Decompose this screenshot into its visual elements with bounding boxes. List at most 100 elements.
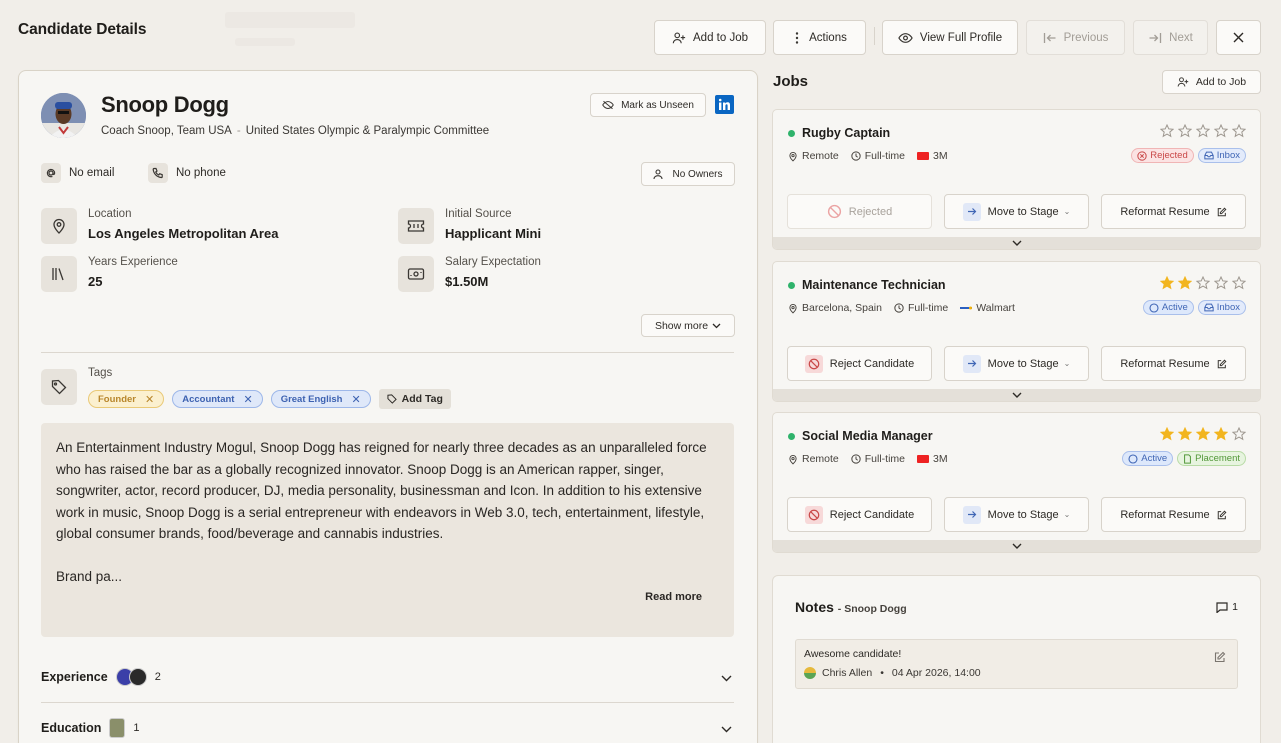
star-filled-icon[interactable]: [1160, 276, 1174, 290]
status-badge: Active: [1142, 300, 1194, 315]
star-filled-icon[interactable]: [1196, 427, 1210, 441]
chevron-down-icon: ⌄: [1063, 207, 1071, 216]
pipeline-label: Placement: [1195, 453, 1240, 464]
remove-tag-icon[interactable]: ✕: [351, 393, 360, 406]
source-label: Initial Source: [445, 208, 512, 220]
source-value: Happlicant Mini: [445, 226, 542, 241]
star-empty-icon[interactable]: [1196, 276, 1210, 290]
job-actions: Rejected Move to Stage ⌄ Reformat Resume: [787, 194, 1246, 229]
view-full-profile-button[interactable]: View Full Profile: [882, 20, 1018, 55]
experience-value: 25: [88, 274, 103, 289]
arrow-right-icon: [962, 354, 981, 373]
inbox-icon: [1204, 151, 1214, 160]
remove-tag-icon[interactable]: ✕: [243, 393, 252, 406]
actions-label: Actions: [809, 31, 847, 44]
star-empty-icon[interactable]: [1232, 276, 1246, 290]
candidate-panel: Snoop Dogg Coach Snoop, Team USA - United …: [18, 70, 758, 743]
job-expand-toggle[interactable]: [773, 540, 1260, 552]
star-empty-icon[interactable]: [1214, 124, 1228, 138]
experience-section[interactable]: Experience 2: [41, 662, 734, 692]
job-title[interactable]: Rugby Captain: [802, 126, 890, 140]
move-to-stage-button[interactable]: Move to Stage ⌄: [944, 497, 1089, 532]
status-label: Active: [1141, 453, 1168, 464]
company-logo-icon: [917, 152, 930, 160]
move-to-stage-button[interactable]: Move to Stage ⌄: [944, 194, 1089, 229]
star-filled-icon[interactable]: [1178, 427, 1192, 441]
job-expand-toggle[interactable]: [773, 389, 1260, 401]
status-badge: Rejected: [1131, 148, 1194, 163]
show-more-button[interactable]: Show more: [641, 314, 735, 337]
add-tag-button[interactable]: Add Tag: [378, 389, 451, 409]
jobs-add-to-job-button[interactable]: Add to Job: [1162, 70, 1261, 94]
education-section-title: Education: [41, 721, 102, 735]
close-button[interactable]: [1216, 20, 1261, 55]
chevron-down-icon: [1012, 543, 1022, 549]
reject-candidate-label: Reject Candidate: [829, 508, 915, 521]
notes-count-value: 1: [1232, 601, 1238, 613]
move-to-stage-button[interactable]: Move to Stage ⌄: [944, 346, 1089, 381]
job-meta: Remote Full-time 3M: [788, 150, 948, 162]
education-section[interactable]: Education 1: [41, 713, 734, 743]
next-button[interactable]: Next: [1133, 20, 1208, 55]
read-more-link[interactable]: Read more: [645, 591, 702, 603]
job-card[interactable]: Rugby Captain Remote Full-time 3M Reject…: [772, 109, 1261, 250]
job-type: Full-time: [907, 302, 949, 314]
star-filled-icon[interactable]: [1160, 427, 1174, 441]
job-card[interactable]: Social Media Manager Remote Full-time 3M…: [772, 412, 1261, 553]
note-bullet: •: [880, 667, 884, 679]
job-rating[interactable]: [1160, 427, 1246, 441]
candidate-avatar: [41, 93, 86, 138]
job-badges: Rejected Inbox: [1131, 148, 1246, 163]
previous-button[interactable]: Previous: [1026, 20, 1125, 55]
close-icon: [1233, 32, 1244, 43]
linkedin-icon[interactable]: [715, 95, 734, 114]
candidate-bio: An Entertainment Industry Mogul, Snoop D…: [41, 423, 734, 637]
rejected-button[interactable]: Rejected: [787, 194, 932, 229]
star-empty-icon[interactable]: [1232, 427, 1246, 441]
job-rating[interactable]: [1160, 124, 1246, 138]
star-empty-icon[interactable]: [1232, 124, 1246, 138]
chevron-down-icon: ⌄: [1063, 510, 1071, 519]
star-empty-icon[interactable]: [1196, 124, 1210, 138]
star-filled-icon[interactable]: [1214, 427, 1228, 441]
tags-label: Tags: [88, 367, 113, 379]
reject-candidate-button[interactable]: Reject Candidate: [787, 346, 932, 381]
money-icon: [398, 256, 434, 292]
add-to-job-button[interactable]: Add to Job: [654, 20, 766, 55]
reformat-resume-label: Reformat Resume: [1120, 205, 1210, 218]
star-empty-icon[interactable]: [1214, 276, 1228, 290]
reformat-resume-button[interactable]: Reformat Resume: [1101, 194, 1246, 229]
clock-icon: [894, 303, 904, 313]
job-rating[interactable]: [1160, 276, 1246, 290]
reject-candidate-button[interactable]: Reject Candidate: [787, 497, 932, 532]
jobs-title: Jobs: [773, 73, 809, 90]
phone-contact: No phone: [148, 163, 226, 183]
section-divider: [41, 702, 734, 703]
notes-count[interactable]: 1: [1216, 601, 1238, 613]
actions-button[interactable]: Actions: [773, 20, 866, 55]
next-label: Next: [1169, 31, 1193, 44]
chevron-down-icon: [1012, 240, 1022, 246]
avatar: [804, 667, 816, 679]
remove-tag-icon[interactable]: ✕: [145, 393, 154, 406]
star-empty-icon[interactable]: [1160, 124, 1174, 138]
mark-unseen-button[interactable]: Mark as Unseen: [590, 93, 706, 117]
notes-card: Notes - Snoop Dogg 1 Awesome candidate! …: [772, 575, 1261, 743]
job-card[interactable]: Maintenance Technician Barcelona, Spain …: [772, 261, 1261, 402]
star-empty-icon[interactable]: [1178, 124, 1192, 138]
company-logo: [128, 668, 147, 686]
star-filled-icon[interactable]: [1178, 276, 1192, 290]
job-meta: Barcelona, Spain Full-time Walmart: [788, 302, 1015, 314]
tag-plus-icon: [387, 394, 397, 404]
bio-paragraph: An Entertainment Industry Mogul, Snoop D…: [56, 440, 707, 542]
rejected-label: Rejected: [848, 205, 893, 218]
job-actions: Reject Candidate Move to Stage ⌄ Reforma…: [787, 346, 1246, 381]
job-expand-toggle[interactable]: [773, 237, 1260, 249]
reformat-resume-button[interactable]: Reformat Resume: [1101, 497, 1246, 532]
ticket-icon: [398, 208, 434, 244]
job-title[interactable]: Maintenance Technician: [802, 278, 946, 292]
job-title[interactable]: Social Media Manager: [802, 429, 933, 443]
owners-button[interactable]: No Owners: [641, 162, 735, 186]
edit-note-icon[interactable]: [1214, 651, 1226, 663]
reformat-resume-button[interactable]: Reformat Resume: [1101, 346, 1246, 381]
